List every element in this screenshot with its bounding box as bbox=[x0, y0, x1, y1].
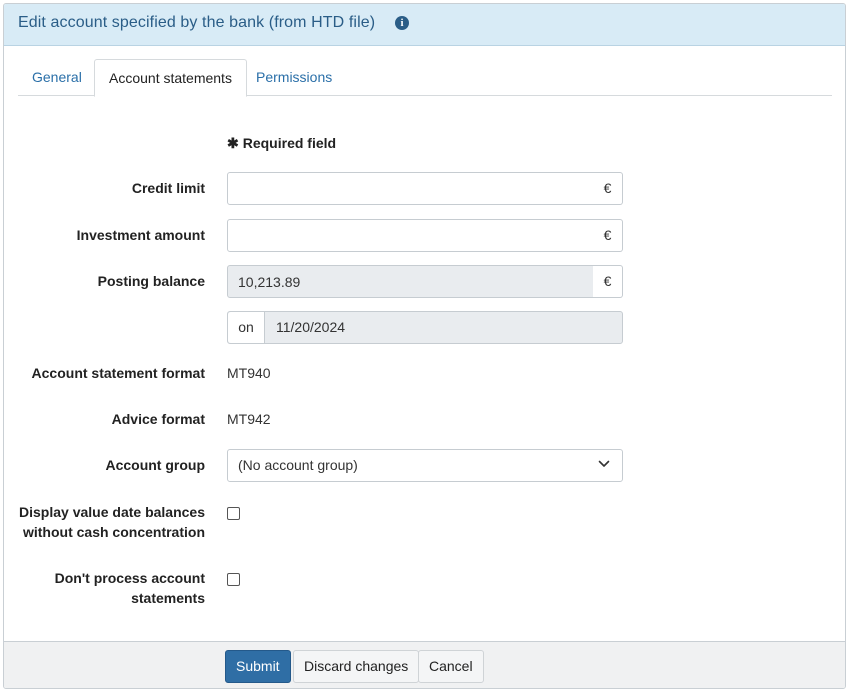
account-group-select[interactable]: (No account group) bbox=[227, 449, 623, 482]
dialog-footer: Submit Discard changes Cancel bbox=[4, 641, 845, 688]
advice-format-label: Advice format bbox=[111, 411, 205, 427]
euro-addon: € bbox=[593, 219, 623, 252]
tab-bar: General Account statements Permissions bbox=[18, 59, 832, 97]
statement-format-label: Account statement format bbox=[31, 365, 205, 381]
chevron-down-icon bbox=[598, 460, 610, 467]
euro-addon: € bbox=[593, 172, 623, 205]
required-field-label: Required field bbox=[242, 135, 337, 151]
posting-balance-input bbox=[227, 265, 594, 298]
dialog-header: Edit account specified by the bank (from… bbox=[4, 4, 845, 46]
statement-format-value: MT940 bbox=[227, 365, 271, 381]
required-field-note: ✱ Required field bbox=[227, 135, 336, 152]
value-date-balances-label: Display value date balances without cash… bbox=[19, 502, 205, 542]
posting-balance-group: € bbox=[227, 265, 623, 298]
tab-general[interactable]: General bbox=[18, 59, 96, 96]
investment-amount-label: Investment amount bbox=[76, 227, 205, 243]
info-icon[interactable]: i bbox=[395, 16, 409, 30]
advice-format-value: MT942 bbox=[227, 411, 271, 427]
account-group-selected: (No account group) bbox=[238, 457, 358, 473]
credit-limit-input[interactable] bbox=[227, 172, 594, 205]
submit-button[interactable]: Submit bbox=[225, 650, 291, 683]
credit-limit-group: € bbox=[227, 172, 623, 205]
value-date-balances-label-line2: without cash concentration bbox=[22, 524, 205, 540]
dont-process-label-line2: statements bbox=[131, 590, 205, 606]
posting-balance-label: Posting balance bbox=[97, 273, 205, 289]
dont-process-label: Don't process account statements bbox=[55, 568, 205, 608]
cancel-button[interactable]: Cancel bbox=[418, 650, 484, 683]
value-date-balances-label-line1: Display value date balances bbox=[19, 504, 205, 520]
dont-process-label-line1: Don't process account bbox=[54, 570, 205, 586]
tab-account-statements[interactable]: Account statements bbox=[94, 59, 247, 97]
required-star-icon: ✱ bbox=[227, 135, 239, 151]
value-date-balances-checkbox[interactable] bbox=[227, 507, 240, 520]
credit-limit-label: Credit limit bbox=[131, 180, 205, 196]
investment-amount-input[interactable] bbox=[227, 219, 594, 252]
tab-permissions[interactable]: Permissions bbox=[242, 59, 346, 96]
discard-changes-button[interactable]: Discard changes bbox=[293, 650, 420, 683]
balance-date-field: on 11/20/2024 bbox=[227, 311, 623, 344]
balance-date-value: 11/20/2024 bbox=[276, 319, 346, 335]
edit-account-dialog: Edit account specified by the bank (from… bbox=[3, 3, 846, 689]
dialog-title: Edit account specified by the bank (from… bbox=[18, 14, 376, 31]
date-prefix-on: on bbox=[228, 312, 265, 343]
investment-amount-group: € bbox=[227, 219, 623, 252]
dont-process-checkbox[interactable] bbox=[227, 573, 240, 586]
account-group-label: Account group bbox=[105, 457, 205, 473]
euro-addon: € bbox=[593, 265, 623, 298]
